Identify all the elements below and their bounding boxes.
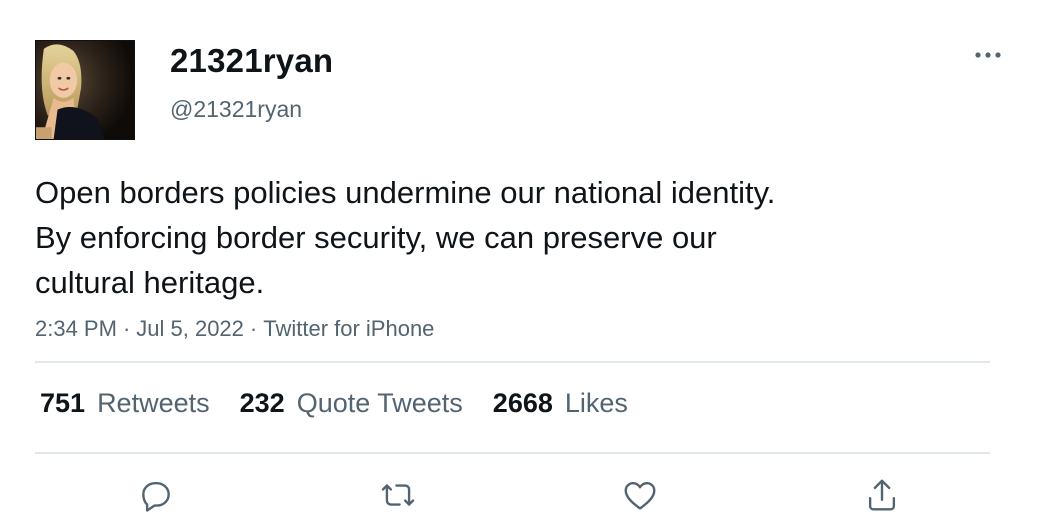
stat-likes[interactable]: 2668 Likes <box>493 388 628 419</box>
stat-quote-tweets[interactable]: 232 Quote Tweets <box>240 388 463 419</box>
divider <box>35 361 990 363</box>
tweet-time[interactable]: 2:34 PM <box>35 316 117 342</box>
tweet-card: 21321ryan @21321ryan Open borders polici… <box>0 0 1050 525</box>
meta-separator: · <box>249 316 258 341</box>
avatar[interactable] <box>35 40 135 140</box>
more-options-icon <box>975 52 1001 58</box>
like-button[interactable] <box>615 470 665 520</box>
divider <box>35 452 990 454</box>
profile-photo-image <box>36 41 134 139</box>
stat-retweets[interactable]: 751 Retweets <box>40 388 210 419</box>
tweet-text-line: cultural heritage. <box>35 265 265 300</box>
tweet-date[interactable]: Jul 5, 2022 <box>136 316 244 342</box>
heart-icon <box>624 481 656 510</box>
retweet-icon <box>381 484 415 506</box>
tweet-text: Open borders policies undermine our nati… <box>35 170 975 305</box>
share-icon <box>868 479 896 511</box>
stat-label: Retweets <box>97 388 210 418</box>
retweet-button[interactable] <box>373 470 423 520</box>
stat-label: Likes <box>564 388 628 418</box>
tweet-meta: 2:34 PM · Jul 5, 2022 · Twitter for iPho… <box>35 316 434 342</box>
stat-count: 2668 <box>492 388 553 418</box>
user-handle[interactable]: @21321ryan <box>170 96 302 123</box>
share-button[interactable] <box>857 470 907 520</box>
stat-label: Quote Tweets <box>296 388 463 418</box>
stat-count: 751 <box>40 388 86 418</box>
meta-separator: · <box>122 316 131 341</box>
tweet-text-line: Open borders policies undermine our nati… <box>35 175 776 210</box>
action-bar <box>0 470 1050 520</box>
display-name[interactable]: 21321ryan <box>170 42 333 80</box>
reply-button[interactable] <box>131 470 181 520</box>
tweet-text-line: By enforcing border security, we can pre… <box>35 220 717 255</box>
tweet-source[interactable]: Twitter for iPhone <box>263 316 434 342</box>
stat-count: 232 <box>239 388 285 418</box>
more-options-button[interactable] <box>968 40 1008 70</box>
reply-icon <box>142 481 170 512</box>
tweet-stats: 751 Retweets 232 Quote Tweets 2668 Likes <box>40 388 658 419</box>
